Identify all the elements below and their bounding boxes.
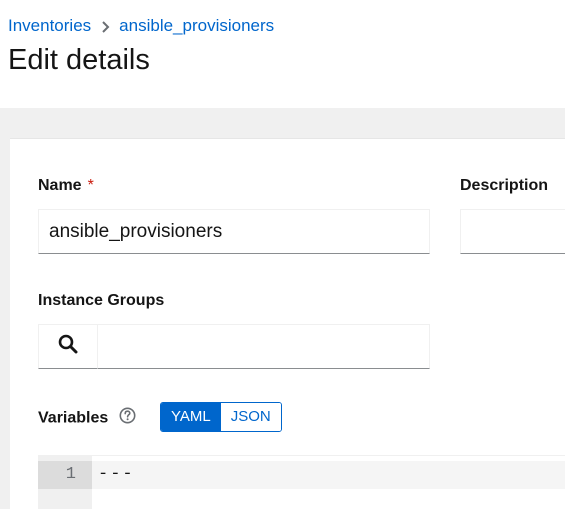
page-title: Edit details <box>8 44 150 76</box>
description-label: Description <box>460 177 549 194</box>
variables-label: Variables <box>38 409 109 427</box>
instance-groups-label: Instance Groups <box>38 292 165 309</box>
description-input[interactable] <box>460 209 565 254</box>
question-circle-icon[interactable] <box>119 407 136 430</box>
variables-label-row: Variables <box>38 407 136 430</box>
variables-code-editor[interactable]: 1 --- <box>38 455 565 509</box>
chevron-right-icon <box>91 19 119 33</box>
code-line[interactable]: --- <box>92 461 565 489</box>
page: Inventories ansible_provisioners Edit de… <box>0 0 565 509</box>
required-asterisk: * <box>87 177 94 194</box>
page-header: Inventories ansible_provisioners Edit de… <box>0 0 565 108</box>
breadcrumb-link-inventory[interactable]: ansible_provisioners <box>119 16 274 36</box>
format-toggle: YAML JSON <box>160 402 282 432</box>
content-band <box>0 108 565 138</box>
name-input[interactable]: ansible_provisioners <box>38 209 430 254</box>
yaml-toggle-button[interactable]: YAML <box>161 403 221 431</box>
breadcrumb: Inventories ansible_provisioners <box>8 14 274 38</box>
form-card: Name * ansible_provisioners Description I… <box>10 138 565 509</box>
name-label-text: Name <box>38 177 82 194</box>
json-toggle-button[interactable]: JSON <box>220 403 281 431</box>
content-band-left <box>0 138 10 509</box>
breadcrumb-link-inventories[interactable]: Inventories <box>8 16 91 36</box>
name-label: Name * <box>38 176 94 196</box>
instance-groups-input[interactable] <box>97 324 430 369</box>
instance-groups-search-button[interactable] <box>38 324 98 369</box>
search-icon <box>58 334 78 359</box>
line-number: 1 <box>38 461 92 489</box>
